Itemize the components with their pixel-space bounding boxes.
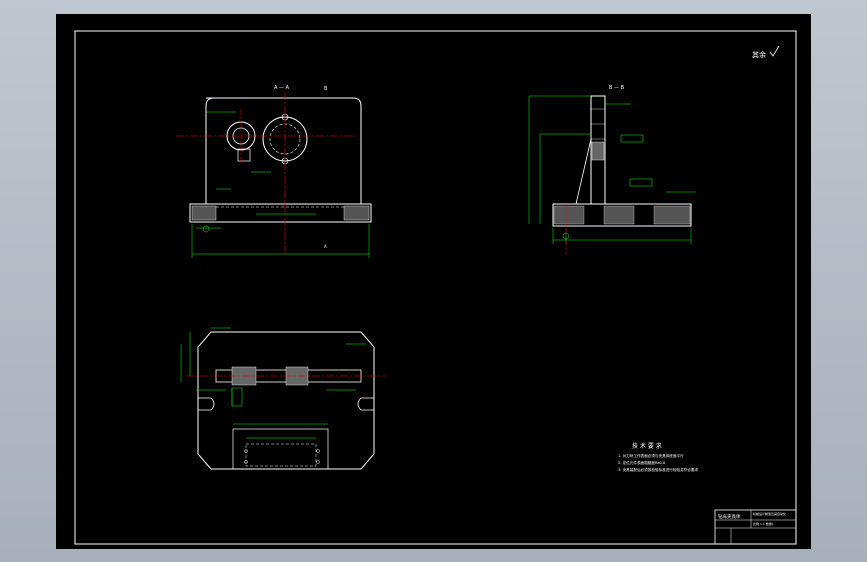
svg-text:比例 1:1 数量1: 比例 1:1 数量1 <box>753 521 774 526</box>
front-view-section-aa: A — A B A <box>176 85 372 258</box>
svg-text:B — B: B — B <box>609 85 625 91</box>
drawing-sheet: 其余 A — A B A B — B 技 术 要 求 1. 对刀块工作表面必须与… <box>56 14 811 549</box>
svg-text:B: B <box>324 86 328 92</box>
svg-text:机械设计制造及其自动化: 机械设计制造及其自动化 <box>753 511 786 516</box>
svg-text:1. 对刀块工作表面必须与夹具体底面平行: 1. 对刀块工作表面必须与夹具体底面平行 <box>618 453 684 458</box>
technical-requirements: 技 术 要 求 1. 对刀块工作表面必须与夹具体底面平行 2. 定位元件表面粗糙… <box>618 442 698 472</box>
svg-text:其余: 其余 <box>752 50 766 59</box>
svg-text:A: A <box>324 244 327 249</box>
svg-text:钻床夹具体: 钻床夹具体 <box>718 513 741 520</box>
roughness-symbol: 其余 <box>752 45 780 59</box>
svg-text:2. 定位元件表面粗糙度Ra0.8: 2. 定位元件表面粗糙度Ra0.8 <box>618 460 666 465</box>
svg-text:A — A: A — A <box>274 85 290 91</box>
cad-viewport[interactable]: 其余 A — A B A B — B 技 术 要 求 1. 对刀块工作表面必须与… <box>0 0 867 562</box>
top-view <box>180 327 386 470</box>
side-view-section-bb: B — B <box>528 85 696 254</box>
title-block: 钻床夹具体 机械设计制造及其自动化 比例 1:1 数量1 <box>714 509 797 545</box>
svg-text:技 术 要 求: 技 术 要 求 <box>632 442 662 450</box>
svg-text:3. 夹具装配后必须按检验标准进行检验并符合要求: 3. 夹具装配后必须按检验标准进行检验并符合要求 <box>618 467 698 472</box>
